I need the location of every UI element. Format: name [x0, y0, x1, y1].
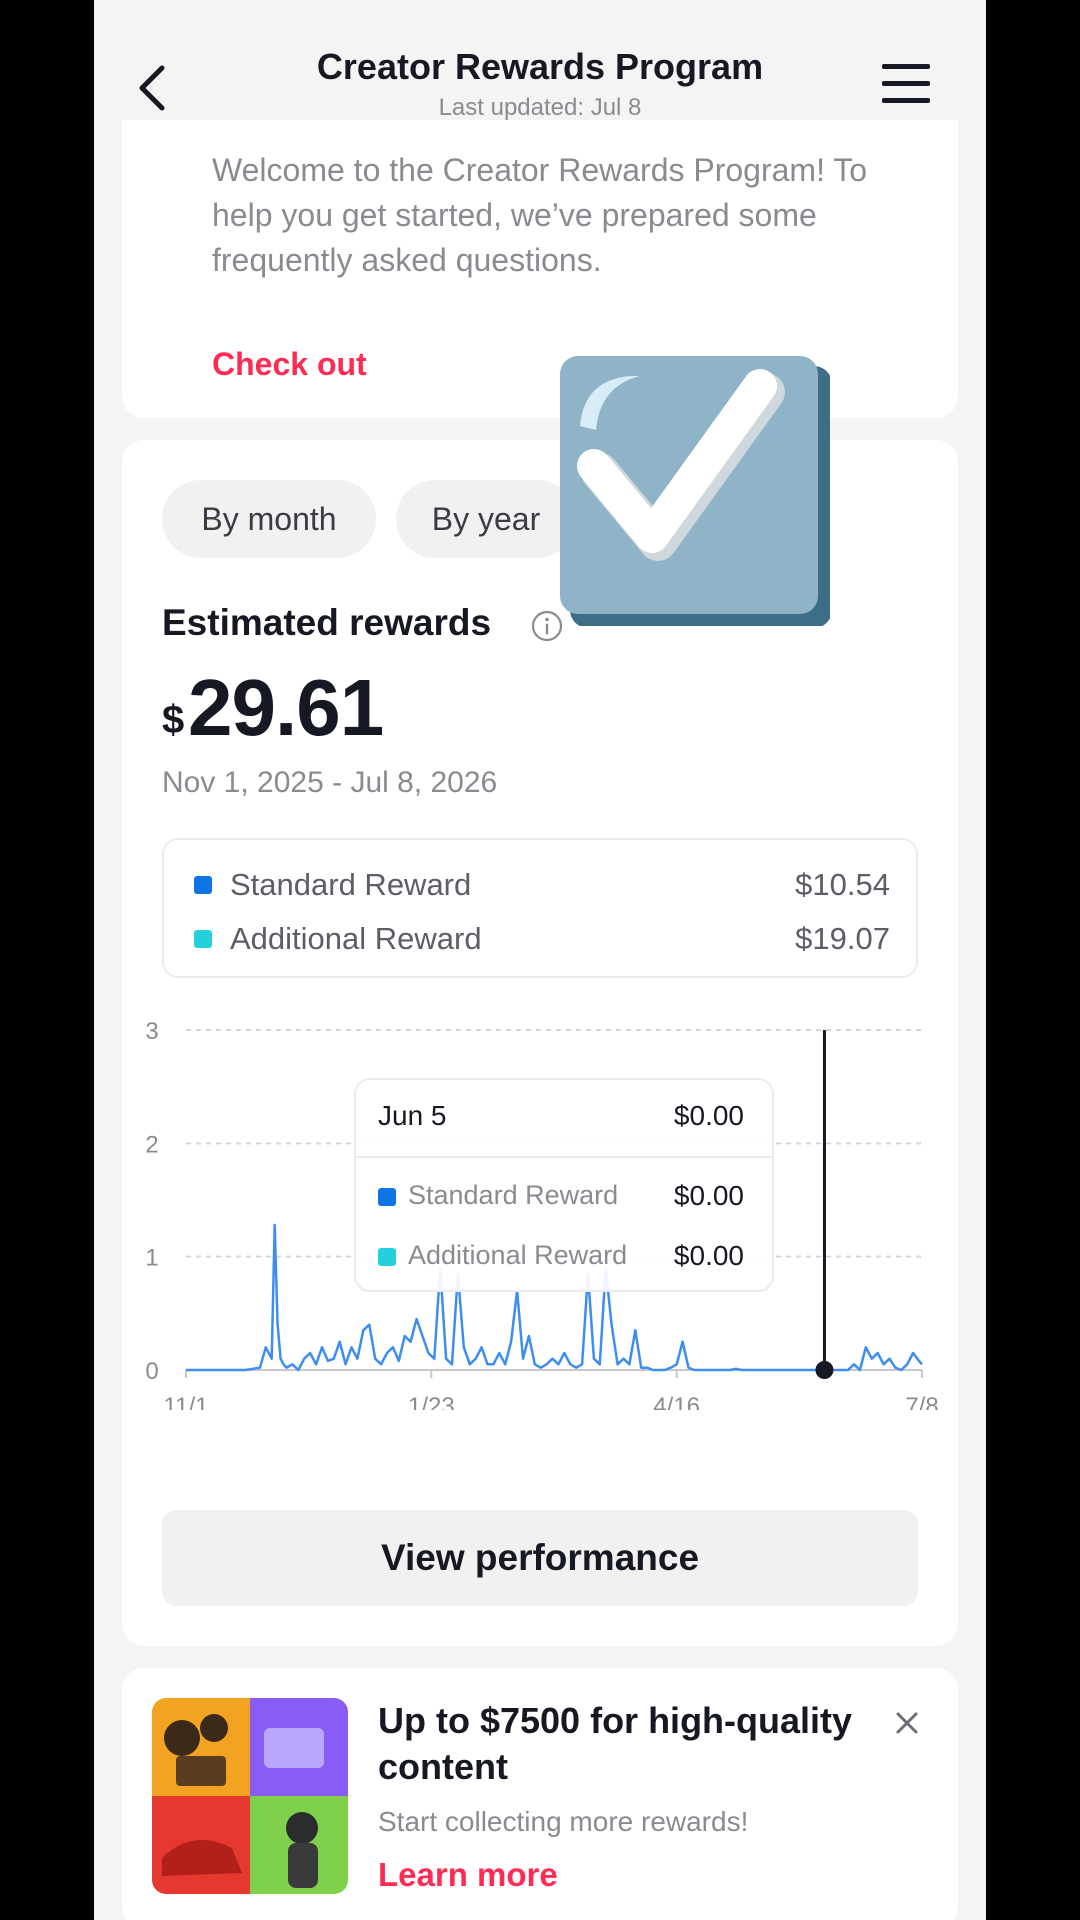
rewards-amount: 29.61 — [188, 663, 384, 752]
y-tick-label-2: 2 — [145, 1131, 158, 1158]
page-title: Creator Rewards Program — [316, 46, 764, 87]
tooltip-value-additional: $0.00 — [673, 1240, 744, 1271]
x-tick-label-7-8: 7/8 — [905, 1393, 938, 1410]
promo-subtitle: Start collecting more rewards! — [378, 1806, 749, 1837]
tooltip-row-standard: Standard Reward $0.00 — [356, 1176, 772, 1216]
tooltip-date: Jun 5 — [378, 1100, 447, 1131]
date-range: Nov 1, 2025 - Jul 8, 2026 — [162, 766, 498, 799]
legend-swatch-standard — [194, 876, 212, 894]
filter-by-month[interactable]: By month — [162, 480, 376, 558]
legend-label-additional: Additional Reward — [230, 921, 482, 956]
tooltip-value-standard: $0.00 — [673, 1180, 744, 1211]
promo-collage-image[interactable] — [152, 1698, 348, 1894]
rewards-card: By month By year Estimated rewards $ 29.… — [122, 440, 958, 1646]
x-tick-label-4-16: 4/16 — [653, 1393, 700, 1410]
promo-title: Up to $7500 for high-quality content — [378, 1700, 853, 1787]
y-tick-label-3: 3 — [145, 1018, 158, 1045]
tooltip-swatch-additional — [378, 1248, 396, 1266]
menu-icon[interactable] — [880, 62, 934, 106]
y-tick-label-0: 0 — [145, 1358, 158, 1385]
x-tick-label-11-1: 11/1 — [164, 1393, 209, 1410]
selected-point-marker — [815, 1361, 834, 1379]
chart-tooltip: Jun 5 $0.00 Standard Reward $0.00 Additi… — [354, 1078, 774, 1292]
tooltip-divider — [356, 1156, 772, 1158]
legend-value-standard: $10.54 — [795, 867, 890, 902]
tooltip-label-standard: Standard Reward — [408, 1180, 619, 1210]
last-updated-text: Last updated: Jul 8 — [438, 94, 642, 121]
legend-row-standard: Standard Reward $10.54 — [164, 860, 920, 910]
rewards-breakdown: Standard Reward $10.54 Additional Reward… — [162, 838, 918, 978]
promo-card: Up to $7500 for high-quality content Sta… — [122, 1668, 958, 1920]
legend-label-standard: Standard Reward — [230, 867, 472, 902]
view-performance-button[interactable]: View performance — [162, 1510, 918, 1606]
welcome-text: Welcome to the Creator Rewards Program! … — [212, 152, 868, 278]
welcome-card: Welcome to the Creator Rewards Program! … — [122, 120, 958, 418]
legend-swatch-additional — [194, 930, 212, 948]
tooltip-swatch-standard — [378, 1188, 396, 1206]
legend-value-additional: $19.07 — [795, 921, 890, 956]
learn-more-link[interactable]: Learn more — [378, 1856, 558, 1894]
info-icon[interactable] — [530, 609, 564, 643]
tooltip-row-additional: Additional Reward $0.00 — [356, 1236, 772, 1276]
screen: Creator Rewards Program Last updated: Ju… — [94, 0, 986, 1920]
legend-row-additional: Additional Reward $19.07 — [164, 914, 920, 964]
checkmark-sticker-icon — [560, 356, 830, 626]
tooltip-label-additional: Additional Reward — [408, 1240, 628, 1270]
check-out-link[interactable]: Check out — [212, 346, 367, 383]
y-tick-label-1: 1 — [145, 1245, 158, 1272]
close-icon[interactable] — [892, 1708, 922, 1738]
x-tick-label-1-23: 1/23 — [408, 1393, 455, 1410]
estimated-rewards-label: Estimated rewards — [162, 602, 492, 643]
filter-by-year[interactable]: By year — [396, 480, 576, 558]
tooltip-total: $0.00 — [673, 1100, 744, 1131]
currency-symbol: $ — [162, 698, 185, 742]
